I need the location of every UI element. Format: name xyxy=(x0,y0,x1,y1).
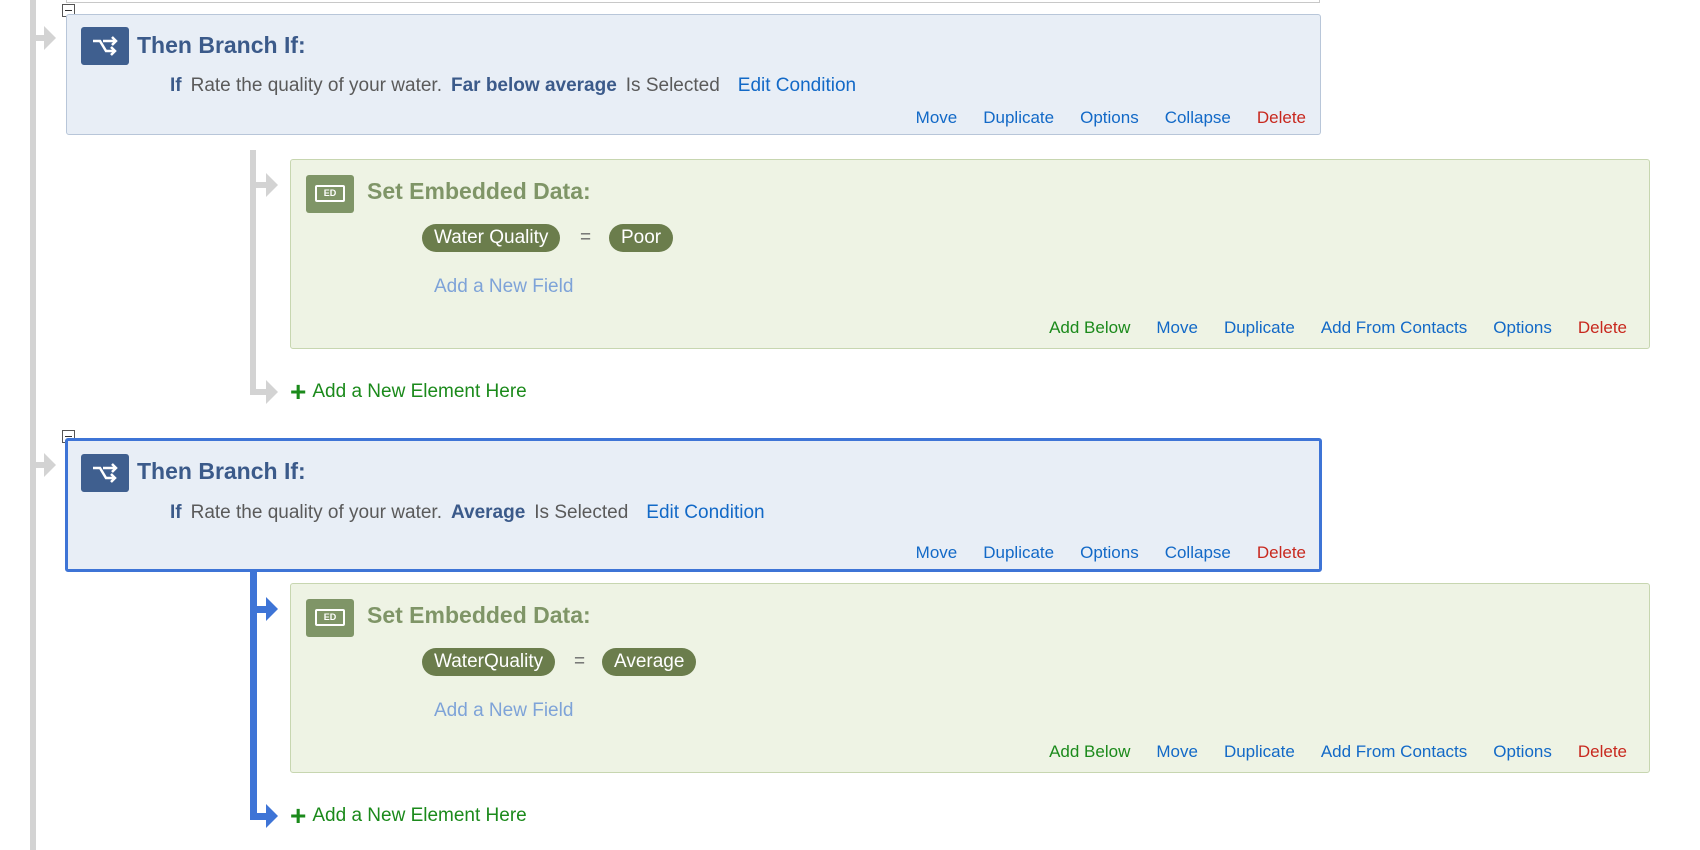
collapse-button[interactable]: Collapse xyxy=(1165,543,1231,563)
embedded-field-name[interactable]: WaterQuality xyxy=(422,648,556,676)
main-flow-line xyxy=(30,0,36,850)
plus-icon: + xyxy=(290,376,307,407)
embedded-field-value[interactable]: Average xyxy=(602,648,697,676)
branch-2-connector-arrow xyxy=(44,453,56,477)
add-element-2-connector xyxy=(250,813,266,820)
options-button[interactable]: Options xyxy=(1080,108,1139,128)
previous-element-edge xyxy=(66,0,1320,3)
move-button[interactable]: Move xyxy=(1156,742,1198,762)
condition-question: Rate the quality of your water. xyxy=(190,75,442,96)
ed-icon: ED xyxy=(315,609,345,626)
branch-2-block[interactable]: Then Branch If: If Rate the quality of y… xyxy=(65,438,1322,572)
embedded-data-2-block[interactable]: ED Set Embedded Data: WaterQuality = Ave… xyxy=(290,583,1650,773)
branch-1-actions: Move Duplicate Options Collapse Delete xyxy=(890,108,1306,128)
add-new-element-label: Add a New Element Here xyxy=(312,381,527,402)
delete-button[interactable]: Delete xyxy=(1257,108,1306,128)
embedded-1-connector-arrow xyxy=(266,173,278,197)
embedded-2-connector xyxy=(250,606,266,613)
embedded-data-1-actions: Add Below Move Duplicate Add From Contac… xyxy=(1023,318,1627,338)
branch-2-connector xyxy=(30,462,44,468)
add-element-1-connector xyxy=(250,389,266,395)
embedded-data-1-title: Set Embedded Data: xyxy=(367,178,591,204)
branch-1-icon xyxy=(81,27,129,65)
embedded-data-1-icon: ED xyxy=(306,175,354,213)
branch-1-title: Then Branch If: xyxy=(137,32,306,58)
condition-if-keyword: If xyxy=(170,75,182,96)
embedded-field-name[interactable]: Water Quality xyxy=(422,224,561,252)
add-new-field-link[interactable]: Add a New Field xyxy=(434,276,573,298)
embedded-data-2-title: Set Embedded Data: xyxy=(367,602,591,628)
branch-1-connector xyxy=(30,35,44,41)
duplicate-button[interactable]: Duplicate xyxy=(1224,742,1295,762)
branch-2-condition: If Rate the quality of your water. Avera… xyxy=(170,502,765,524)
options-button[interactable]: Options xyxy=(1493,742,1552,762)
move-button[interactable]: Move xyxy=(916,108,958,128)
condition-operator: Is Selected xyxy=(534,502,629,523)
condition-question: Rate the quality of your water. xyxy=(190,502,442,523)
condition-choice: Average xyxy=(450,502,526,523)
edit-condition-link[interactable]: Edit Condition xyxy=(738,75,856,97)
condition-if-keyword: If xyxy=(170,502,182,523)
add-from-contacts-button[interactable]: Add From Contacts xyxy=(1321,318,1467,338)
branch-1-connector-arrow xyxy=(44,26,56,50)
add-from-contacts-button[interactable]: Add From Contacts xyxy=(1321,742,1467,762)
add-new-element-1[interactable]: + Add a New Element Here xyxy=(290,378,527,406)
options-button[interactable]: Options xyxy=(1080,543,1139,563)
condition-operator: Is Selected xyxy=(625,75,720,96)
condition-choice: Far below average xyxy=(450,75,617,96)
branch-2-actions: Move Duplicate Options Collapse Delete xyxy=(890,543,1306,563)
move-button[interactable]: Move xyxy=(916,543,958,563)
embedded-2-connector-arrow xyxy=(266,597,278,621)
delete-button[interactable]: Delete xyxy=(1578,318,1627,338)
edit-condition-link[interactable]: Edit Condition xyxy=(646,502,764,524)
duplicate-button[interactable]: Duplicate xyxy=(983,543,1054,563)
branch-icon xyxy=(93,463,118,483)
add-element-1-connector-arrow xyxy=(266,380,278,404)
add-new-element-2[interactable]: + Add a New Element Here xyxy=(290,802,527,830)
embedded-data-1-block[interactable]: ED Set Embedded Data: Water Quality = Po… xyxy=(290,159,1650,349)
duplicate-button[interactable]: Duplicate xyxy=(983,108,1054,128)
duplicate-button[interactable]: Duplicate xyxy=(1224,318,1295,338)
embedded-data-2-icon: ED xyxy=(306,599,354,637)
move-button[interactable]: Move xyxy=(1156,318,1198,338)
plus-icon: + xyxy=(290,800,307,831)
equals-sign: = xyxy=(580,227,592,248)
add-below-button[interactable]: Add Below xyxy=(1049,318,1130,338)
branch-2-icon xyxy=(81,454,129,492)
delete-button[interactable]: Delete xyxy=(1257,543,1306,563)
delete-button[interactable]: Delete xyxy=(1578,742,1627,762)
collapse-button[interactable]: Collapse xyxy=(1165,108,1231,128)
branch-1-block[interactable]: Then Branch If: If Rate the quality of y… xyxy=(66,14,1321,135)
branch-2-title: Then Branch If: xyxy=(137,458,306,484)
embedded-data-2-actions: Add Below Move Duplicate Add From Contac… xyxy=(1023,742,1627,762)
branch-icon xyxy=(93,36,118,56)
ed-icon: ED xyxy=(315,185,345,202)
add-new-element-label: Add a New Element Here xyxy=(312,805,527,826)
equals-sign: = xyxy=(574,651,586,672)
embedded-1-connector xyxy=(250,182,266,188)
options-button[interactable]: Options xyxy=(1493,318,1552,338)
add-element-2-connector-arrow xyxy=(266,804,278,828)
embedded-field-value[interactable]: Poor xyxy=(609,224,674,252)
add-below-button[interactable]: Add Below xyxy=(1049,742,1130,762)
branch-1-condition: If Rate the quality of your water. Far b… xyxy=(170,75,856,97)
add-new-field-link[interactable]: Add a New Field xyxy=(434,700,573,722)
